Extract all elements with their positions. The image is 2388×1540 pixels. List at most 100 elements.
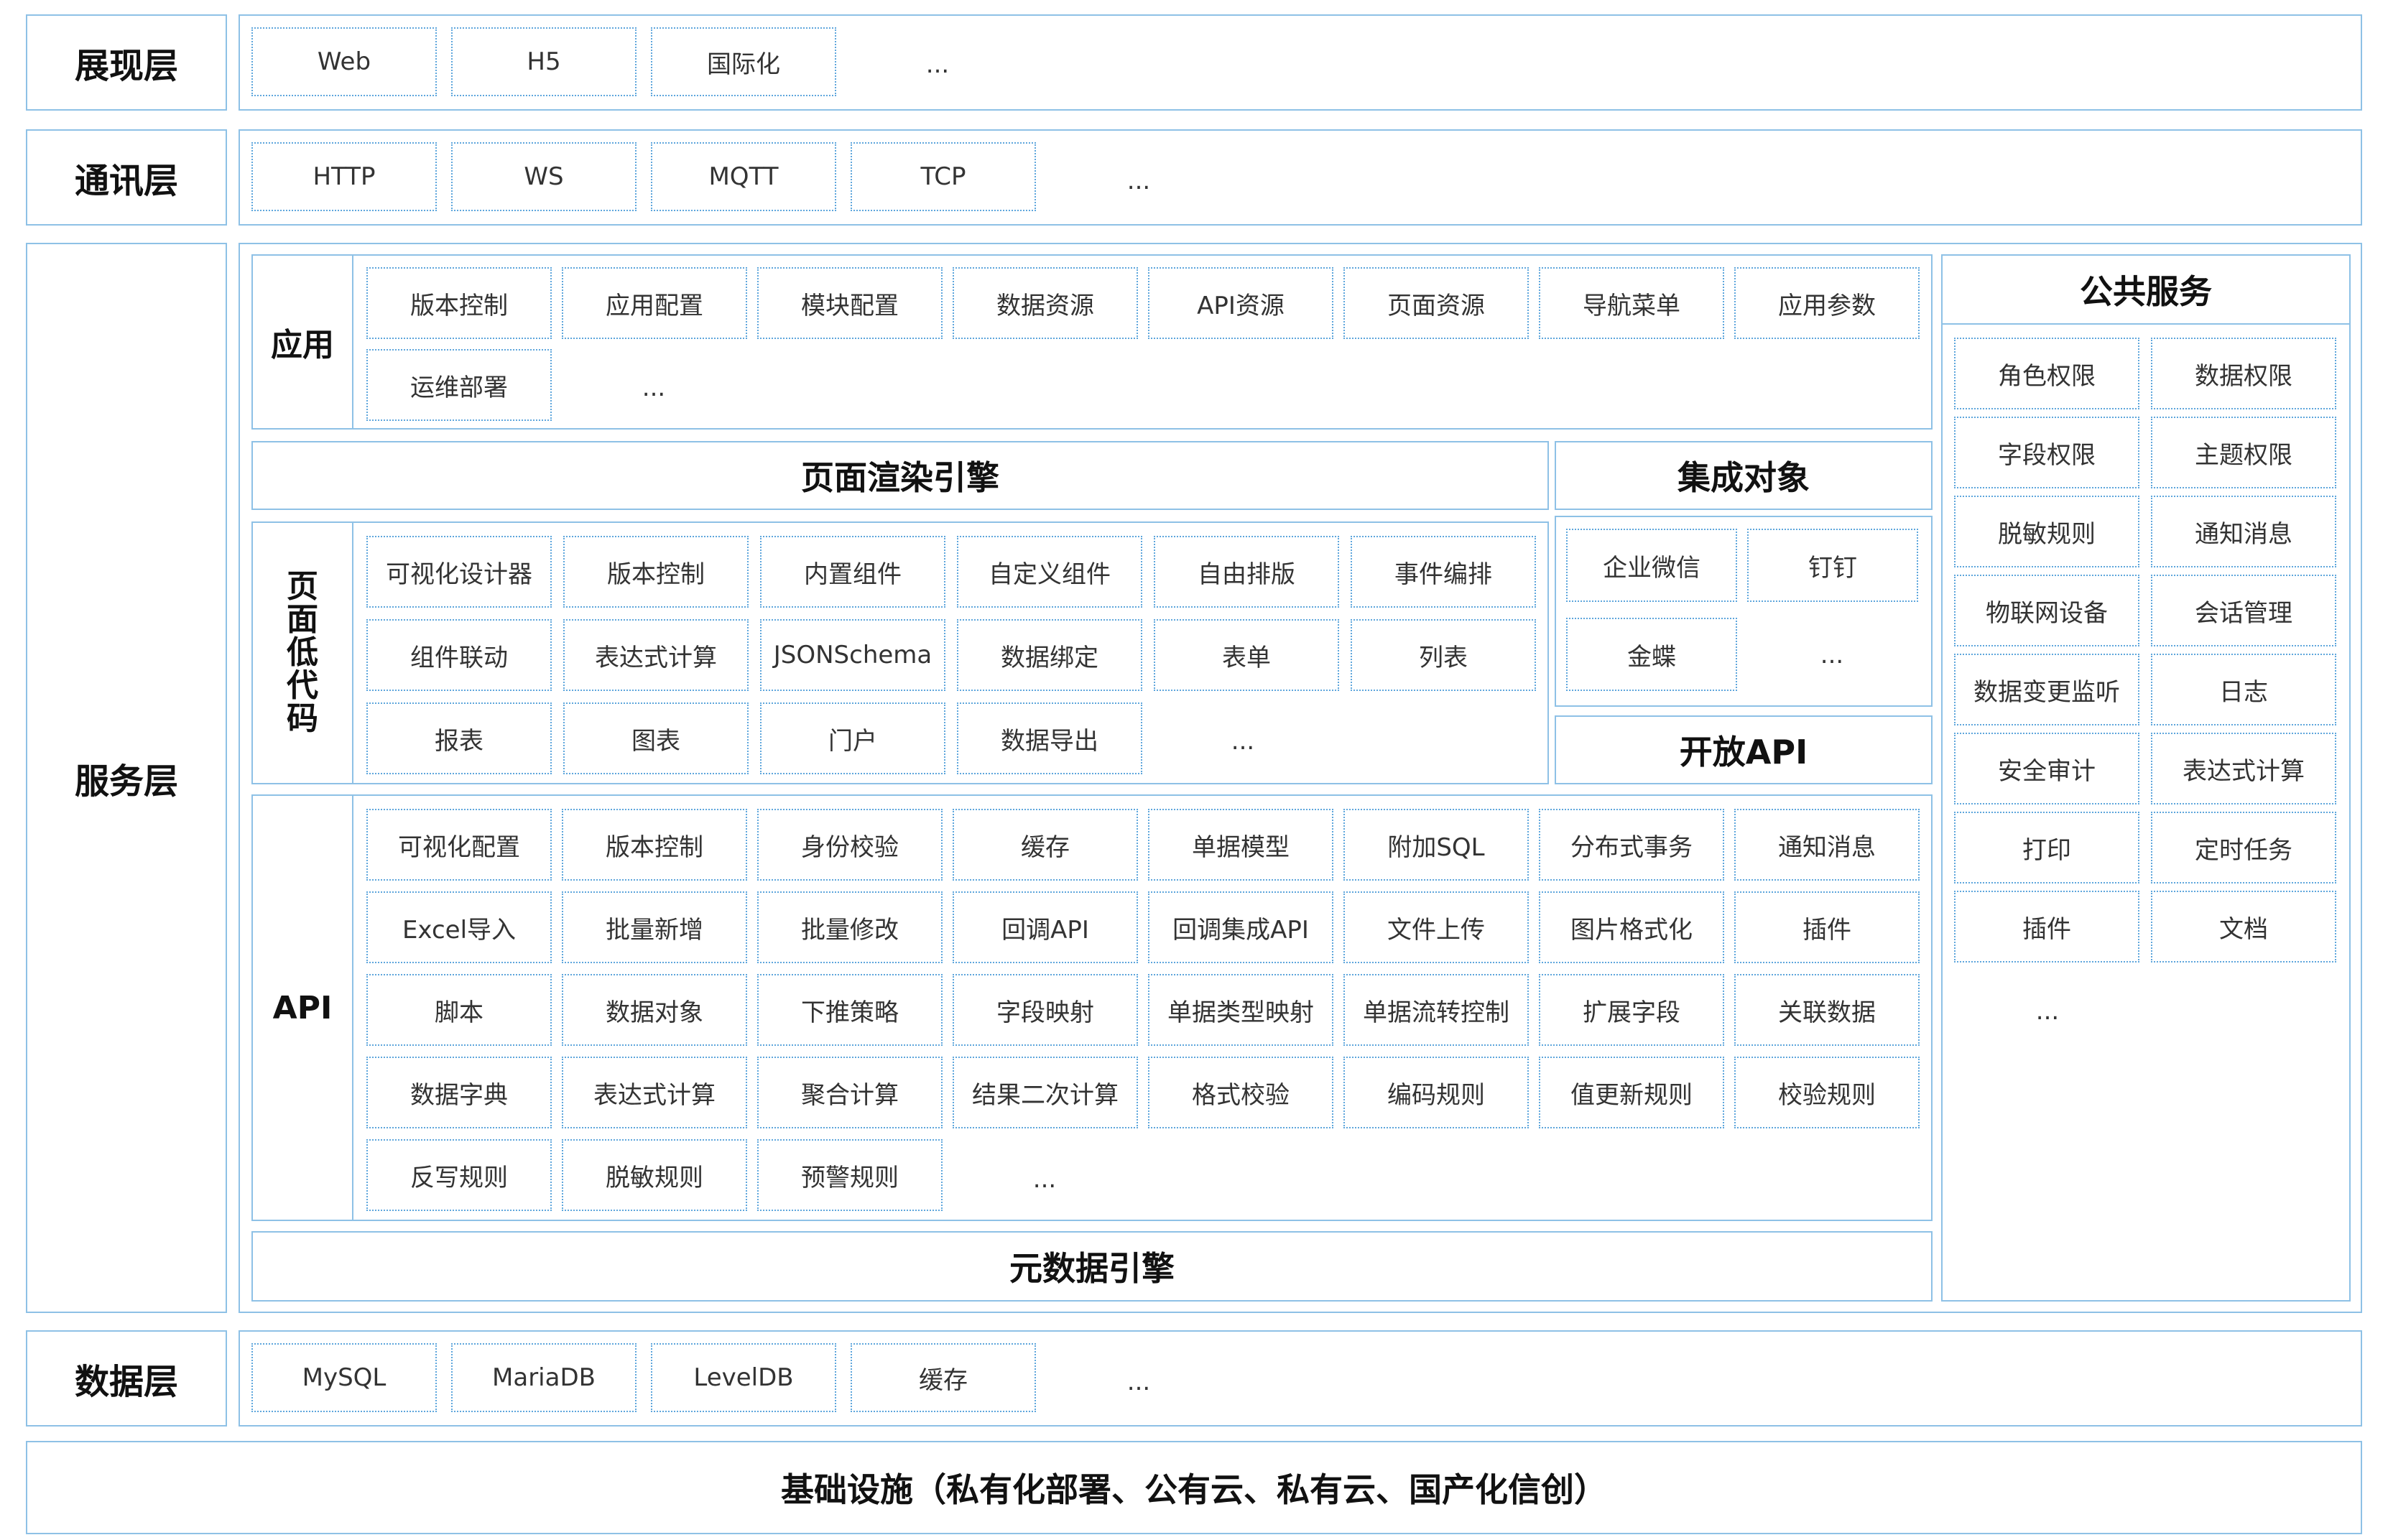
lowcode-item: 数据绑定	[957, 619, 1142, 691]
app-item: API资源	[1148, 267, 1333, 339]
lowcode-item: 报表	[366, 702, 552, 774]
data-layer-label: 数据层	[74, 1362, 178, 1402]
app-item: 数据资源	[953, 267, 1138, 339]
presentation-ellipsis: ...	[925, 50, 950, 79]
api-item: 表达式计算	[562, 1057, 747, 1128]
presentation-item-web: Web	[251, 27, 437, 96]
api-item: 通知消息	[1734, 809, 1920, 881]
public-services-title: 公共服务	[2080, 272, 2212, 311]
app-item: 导航菜单	[1539, 267, 1724, 339]
api-item: 聚合计算	[757, 1057, 943, 1128]
communication-ellipsis: ...	[1126, 167, 1151, 195]
api-item: 数据对象	[562, 974, 747, 1046]
app-item: 应用配置	[562, 267, 747, 339]
api-item: 校验规则	[1734, 1057, 1920, 1128]
public-service-item: 物联网设备	[1954, 575, 2139, 646]
api-item: 可视化配置	[366, 809, 552, 881]
lowcode-item: 可视化设计器	[366, 536, 552, 608]
lowcode-item: 表单	[1154, 619, 1339, 691]
public-service-item: 日志	[2151, 654, 2336, 725]
data-item-leveldb: LevelDB	[651, 1343, 836, 1412]
api-item: 关联数据	[1734, 974, 1920, 1046]
lowcode-item: 事件编排	[1351, 536, 1536, 608]
api-item: Excel导入	[366, 891, 552, 963]
integration-item-dingtalk: 钉钉	[1747, 529, 1918, 602]
app-label: 应用	[271, 327, 334, 363]
public-service-item: 定时任务	[2151, 812, 2336, 883]
service-layer-label: 服务层	[74, 761, 178, 802]
api-item: 数据字典	[366, 1057, 552, 1128]
api-item: 值更新规则	[1539, 1057, 1724, 1128]
presentation-layer-label: 展现层	[74, 46, 178, 86]
render-engine-label: 页面渲染引擎	[801, 458, 999, 497]
api-ellipsis: ...	[1032, 1165, 1057, 1194]
integration-title: 集成对象	[1677, 458, 1810, 497]
api-item: 图片格式化	[1539, 891, 1724, 963]
app-item: 版本控制	[366, 267, 552, 339]
lowcode-item: 版本控制	[563, 536, 749, 608]
lowcode-ellipsis: ...	[1231, 727, 1255, 756]
presentation-item-h5: H5	[451, 27, 637, 96]
communication-layer-label: 通讯层	[74, 161, 178, 201]
api-item: 字段映射	[953, 974, 1138, 1046]
lowcode-item: 门户	[760, 702, 945, 774]
api-item: 反写规则	[366, 1139, 552, 1211]
api-item: 批量新增	[562, 891, 747, 963]
communication-item-mqtt: MQTT	[651, 142, 836, 211]
app-item: 应用参数	[1734, 267, 1920, 339]
api-item: 批量修改	[757, 891, 943, 963]
lowcode-item: 数据导出	[957, 702, 1142, 774]
api-item: 预警规则	[757, 1139, 943, 1211]
app-ellipsis: ...	[642, 374, 666, 402]
public-service-item: 字段权限	[1954, 417, 2139, 488]
presentation-item-i18n: 国际化	[651, 27, 836, 96]
communication-item-http: HTTP	[251, 142, 437, 211]
public-service-item: 插件	[1954, 891, 2139, 962]
lowcode-label-char: 码	[287, 700, 318, 738]
public-service-item: 数据权限	[2151, 338, 2336, 409]
lowcode-item: 自由排版	[1154, 536, 1339, 608]
public-service-item: 表达式计算	[2151, 733, 2336, 804]
lowcode-label-char: 代	[287, 667, 318, 705]
api-item: 脚本	[366, 974, 552, 1046]
app-item: 页面资源	[1343, 267, 1529, 339]
lowcode-item: 表达式计算	[563, 619, 749, 691]
lowcode-label-char: 页	[287, 567, 318, 605]
api-item: 脱敏规则	[562, 1139, 747, 1211]
api-item: 格式校验	[1148, 1057, 1333, 1128]
lowcode-item: JSONSchema	[760, 619, 945, 691]
communication-item-tcp: TCP	[851, 142, 1036, 211]
lowcode-label-char: 面	[287, 600, 318, 638]
integration-item-kingdee: 金蝶	[1566, 618, 1737, 691]
public-service-item: 主题权限	[2151, 417, 2336, 488]
api-item: 插件	[1734, 891, 1920, 963]
public-services-ellipsis: ...	[2035, 997, 2060, 1026]
api-item: 文件上传	[1343, 891, 1529, 963]
lowcode-item: 内置组件	[760, 536, 945, 608]
api-item: 身份校验	[757, 809, 943, 881]
lowcode-item: 列表	[1351, 619, 1536, 691]
communication-item-ws: WS	[451, 142, 637, 211]
integration-item-wecom: 企业微信	[1566, 529, 1737, 602]
app-item: 模块配置	[757, 267, 943, 339]
lowcode-label-char: 低	[287, 634, 318, 671]
data-item-cache: 缓存	[851, 1343, 1036, 1412]
public-service-item: 打印	[1954, 812, 2139, 883]
api-item: 结果二次计算	[953, 1057, 1138, 1128]
api-item: 版本控制	[562, 809, 747, 881]
public-service-item: 安全审计	[1954, 733, 2139, 804]
public-service-item: 会话管理	[2151, 575, 2336, 646]
api-item: 回调API	[953, 891, 1138, 963]
public-service-item: 通知消息	[2151, 496, 2336, 567]
lowcode-item: 自定义组件	[957, 536, 1142, 608]
api-item: 下推策略	[757, 974, 943, 1046]
api-item: 分布式事务	[1539, 809, 1724, 881]
public-service-item: 文档	[2151, 891, 2336, 962]
data-item-mysql: MySQL	[251, 1343, 437, 1412]
app-item: 运维部署	[366, 349, 552, 421]
api-item: 扩展字段	[1539, 974, 1724, 1046]
lowcode-item: 组件联动	[366, 619, 552, 691]
api-item: 缓存	[953, 809, 1138, 881]
api-item: 单据模型	[1148, 809, 1333, 881]
public-service-item: 角色权限	[1954, 338, 2139, 409]
